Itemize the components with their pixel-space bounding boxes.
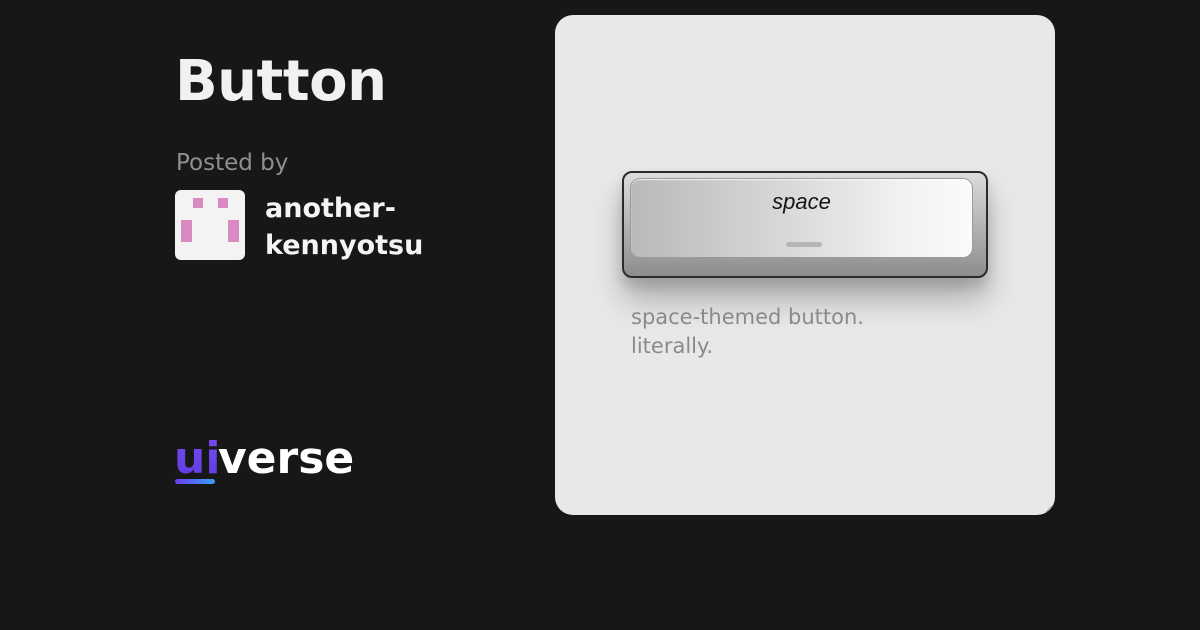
avatar-pixel xyxy=(218,198,228,208)
author-name[interactable]: another- kennyotsu xyxy=(265,190,495,264)
author-name-line: kennyotsu xyxy=(265,230,424,261)
space-key-button[interactable]: space xyxy=(622,171,988,278)
avatar-pixel xyxy=(193,198,203,208)
author-avatar[interactable] xyxy=(175,190,245,260)
uiverse-logo[interactable]: ui verse xyxy=(174,428,374,490)
preview-description: space-themed button. literally. xyxy=(631,305,864,358)
avatar-pixel xyxy=(181,220,192,242)
resize-grip-icon[interactable] xyxy=(1045,505,1053,513)
posted-by-label: Posted by xyxy=(176,150,289,176)
space-key-label: space xyxy=(772,189,831,214)
space-key-bar xyxy=(786,242,822,247)
logo-underline xyxy=(175,479,215,484)
uiverse-logo-mark: ui verse xyxy=(174,433,354,484)
logo-prefix: ui xyxy=(174,433,220,484)
space-key-cap: space xyxy=(630,178,973,258)
logo-suffix: verse xyxy=(218,433,354,484)
avatar-pixel xyxy=(228,220,239,242)
preview-card: space space-themed button. literally. xyxy=(555,15,1055,515)
ui-preview-page: Button Posted by another- kennyotsu ui v xyxy=(0,0,1200,630)
page-title: Button xyxy=(175,49,387,114)
author-name-line: another- xyxy=(265,193,396,224)
